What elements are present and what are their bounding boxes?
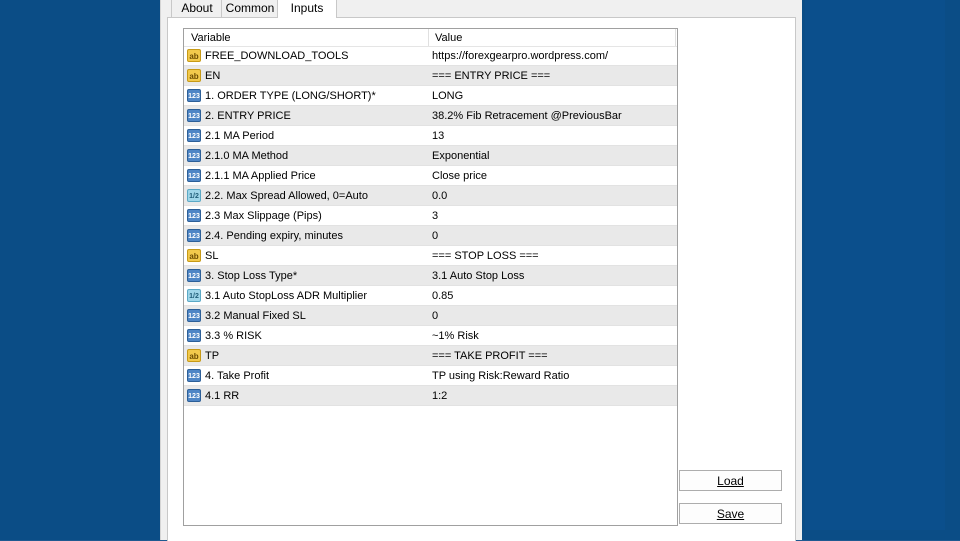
table-row[interactable]: ab FREE_DOWNLOAD_TOOLS https://forexgearpr… <box>184 46 677 66</box>
integer-type-icon: 123 <box>187 329 201 342</box>
integer-type-icon: 123 <box>187 229 201 242</box>
value-cell[interactable]: LONG <box>432 86 463 106</box>
variable-cell: EN <box>205 70 221 82</box>
inputs-panel: Variable Value ab FREE_DOWNLOAD_TOOLS http… <box>167 17 796 541</box>
tab-inputs[interactable]: Inputs <box>277 0 337 18</box>
tab-about[interactable]: About <box>171 0 223 18</box>
column-header-variable[interactable]: Variable <box>184 29 431 46</box>
load-button[interactable]: Load <box>679 470 782 491</box>
column-divider[interactable] <box>675 29 676 46</box>
value-cell[interactable]: TP using Risk:Reward Ratio <box>432 366 569 386</box>
value-cell[interactable]: 3.1 Auto Stop Loss <box>432 266 524 286</box>
integer-type-icon: 123 <box>187 129 201 142</box>
variable-cell: 2.1.1 MA Applied Price <box>205 170 316 182</box>
integer-type-icon: 123 <box>187 109 201 122</box>
value-cell[interactable]: https://forexgearpro.wordpress.com/ <box>432 46 608 66</box>
value-cell[interactable]: 1:2 <box>432 386 447 406</box>
variable-cell: 4. Take Profit <box>205 370 269 382</box>
variable-cell: 2.2. Max Spread Allowed, 0=Auto <box>205 190 368 202</box>
integer-type-icon: 123 <box>187 169 201 182</box>
integer-type-icon: 123 <box>187 369 201 382</box>
string-type-icon: ab <box>187 249 201 262</box>
table-row[interactable]: 123 2.3 Max Slippage (Pips) 3 <box>184 206 677 226</box>
integer-type-icon: 123 <box>187 389 201 402</box>
table-row[interactable]: 123 1. ORDER TYPE (LONG/SHORT)* LONG <box>184 86 677 106</box>
variable-cell: TP <box>205 350 220 362</box>
load-button-label: Load <box>717 474 744 488</box>
value-cell[interactable]: ~1% Risk <box>432 326 479 346</box>
variable-cell: 2.3 Max Slippage (Pips) <box>205 210 322 222</box>
string-type-icon: ab <box>187 49 201 62</box>
table-row[interactable]: 123 3.2 Manual Fixed SL 0 <box>184 306 677 326</box>
inputs-table[interactable]: Variable Value ab FREE_DOWNLOAD_TOOLS http… <box>183 28 678 526</box>
table-row[interactable]: 1/2 2.2. Max Spread Allowed, 0=Auto 0.0 <box>184 186 677 206</box>
value-cell[interactable]: Close price <box>432 166 487 186</box>
integer-type-icon: 123 <box>187 309 201 322</box>
table-row[interactable]: 123 2.1 MA Period 13 <box>184 126 677 146</box>
table-header: Variable Value <box>184 29 677 47</box>
integer-type-icon: 123 <box>187 89 201 102</box>
table-row[interactable]: 123 4.1 RR 1:2 <box>184 386 677 406</box>
tab-common[interactable]: Common <box>221 0 279 18</box>
variable-cell: SL <box>205 250 219 262</box>
variable-cell: FREE_DOWNLOAD_TOOLS <box>205 50 349 62</box>
variable-cell: 3.3 % RISK <box>205 330 262 342</box>
table-row[interactable]: ab SL === STOP LOSS === <box>184 246 677 266</box>
integer-type-icon: 123 <box>187 269 201 282</box>
double-type-icon: 1/2 <box>187 189 201 202</box>
table-row[interactable]: 123 2.1.1 MA Applied Price Close price <box>184 166 677 186</box>
string-type-icon: ab <box>187 69 201 82</box>
desktop-background-left <box>0 0 160 540</box>
table-row[interactable]: 123 4. Take Profit TP using Risk:Reward Ra… <box>184 366 677 386</box>
table-row[interactable]: ab TP === TAKE PROFIT === <box>184 346 677 366</box>
variable-cell: 1. ORDER TYPE (LONG/SHORT)* <box>205 90 376 102</box>
value-cell[interactable]: 0 <box>432 226 438 246</box>
table-row[interactable]: 123 3.3 % RISK ~1% Risk <box>184 326 677 346</box>
variable-cell: 2.4. Pending expiry, minutes <box>205 230 343 242</box>
expert-properties-dialog: About Common Inputs Variable Value ab FRE… <box>160 0 802 541</box>
value-cell[interactable]: Exponential <box>432 146 490 166</box>
string-type-icon: ab <box>187 349 201 362</box>
column-header-value[interactable]: Value <box>428 29 675 46</box>
table-row[interactable]: 123 2. ENTRY PRICE 38.2% Fib Retracement @… <box>184 106 677 126</box>
variable-cell: 2. ENTRY PRICE <box>205 110 291 122</box>
table-row[interactable]: 123 2.1.0 MA Method Exponential <box>184 146 677 166</box>
value-cell[interactable]: 3 <box>432 206 438 226</box>
value-cell[interactable]: === ENTRY PRICE === <box>432 66 550 86</box>
variable-cell: 3.1 Auto StopLoss ADR Multiplier <box>205 290 368 302</box>
variable-cell: 3. Stop Loss Type* <box>205 270 298 282</box>
table-row[interactable]: 123 3. Stop Loss Type* 3.1 Auto Stop Loss <box>184 266 677 286</box>
variable-cell: 3.2 Manual Fixed SL <box>205 310 306 322</box>
variable-cell: 2.1.0 MA Method <box>205 150 289 162</box>
integer-type-icon: 123 <box>187 149 201 162</box>
save-button-label: Save <box>716 507 745 521</box>
value-cell[interactable]: 0 <box>432 306 438 326</box>
table-row[interactable]: ab EN === ENTRY PRICE === <box>184 66 677 86</box>
value-cell[interactable]: 38.2% Fib Retracement @PreviousBar <box>432 106 622 126</box>
table-row[interactable]: 1/2 3.1 Auto StopLoss ADR Multiplier 0.85 <box>184 286 677 306</box>
value-cell[interactable]: === TAKE PROFIT === <box>432 346 548 366</box>
value-cell[interactable]: 13 <box>432 126 444 146</box>
variable-cell: 4.1 RR <box>205 390 240 402</box>
save-button[interactable]: Save <box>679 503 782 524</box>
value-cell[interactable]: 0.0 <box>432 186 447 206</box>
double-type-icon: 1/2 <box>187 289 201 302</box>
integer-type-icon: 123 <box>187 209 201 222</box>
table-row[interactable]: 123 2.4. Pending expiry, minutes 0 <box>184 226 677 246</box>
variable-cell: 2.1 MA Period <box>205 130 275 142</box>
desktop-background-panel <box>805 0 945 530</box>
value-cell[interactable]: === STOP LOSS === <box>432 246 539 266</box>
value-cell[interactable]: 0.85 <box>432 286 453 306</box>
